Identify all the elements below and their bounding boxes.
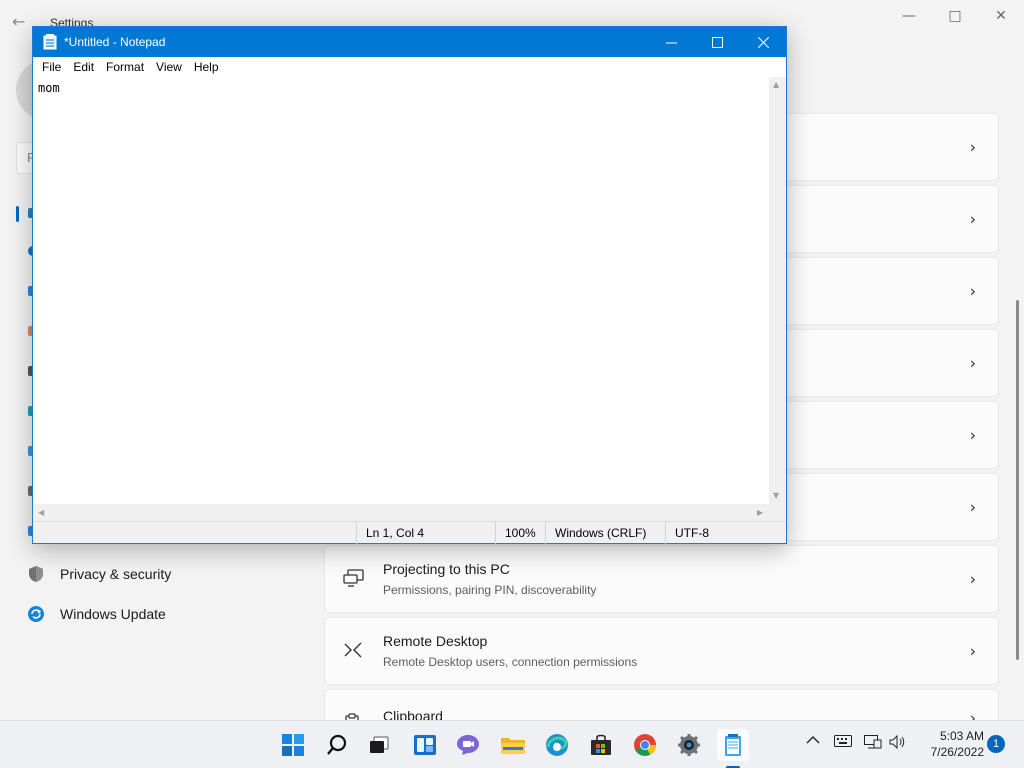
notepad-titlebar[interactable]: *Untitled - Notepad [33,27,786,57]
chevron-right-icon: › [969,137,976,157]
remote-desktop-icon [343,640,367,664]
sidebar-item-windows-update[interactable]: Windows Update [24,596,314,632]
minimize-icon [665,42,677,43]
chevron-right-icon: › [969,209,976,229]
settings-minimize-button[interactable]: — [886,0,932,32]
menu-edit[interactable]: Edit [67,60,100,74]
card-title: Remote Desktop [383,633,488,649]
settings-scrollbar[interactable] [1016,300,1019,660]
network-icon[interactable] [864,735,882,749]
maximize-icon [711,36,723,48]
clock-time: 5:03 AM [939,729,984,743]
chevron-right-icon: › [969,353,976,373]
notepad-window: *Untitled - Notepad File Edit Format Vie… [32,26,787,544]
status-zoom: 100% [495,522,546,544]
sidebar-item-label: Privacy & security [60,566,172,582]
sidebar-item-label: Windows Update [60,606,166,622]
start-icon[interactable] [277,729,309,761]
menu-help[interactable]: Help [188,60,225,74]
chrome-icon[interactable] [629,729,661,761]
file-explorer-icon[interactable] [497,729,529,761]
notification-badge[interactable]: 1 [987,735,1005,753]
notepad-app-icon [43,34,57,50]
card-subtitle: Permissions, pairing PIN, discoverabilit… [383,583,597,597]
chevron-up-icon[interactable] [806,735,820,745]
notepad-text-area[interactable]: mom [38,81,60,95]
sidebar-item-privacy-security[interactable]: Privacy & security [24,556,314,592]
task-view-icon[interactable] [363,729,395,761]
vertical-scrollbar[interactable]: ▲ ▼ [769,77,786,504]
chat-icon[interactable] [452,729,484,761]
scrollbar-corner [769,504,786,521]
scroll-left-icon[interactable]: ◀ [38,508,44,517]
widgets-icon[interactable] [409,729,441,761]
settings-close-button[interactable]: ✕ [978,0,1024,32]
menu-file[interactable]: File [36,60,67,74]
notepad-maximize-button[interactable] [694,27,740,57]
remote-desktop-card[interactable]: Remote Desktop Remote Desktop users, con… [324,617,999,685]
notepad-menubar: File Edit Format View Help [33,57,786,77]
scroll-right-icon[interactable]: ▶ [757,508,763,517]
close-icon [757,36,769,48]
chevron-right-icon: › [969,425,976,445]
card-title: Projecting to this PC [383,561,510,577]
status-cursor-position: Ln 1, Col 4 [356,522,495,544]
scroll-down-icon[interactable]: ▼ [773,491,779,500]
notepad-taskbar-icon[interactable] [717,729,749,761]
scroll-up-icon[interactable]: ▲ [773,80,779,89]
projector-icon [343,568,367,592]
chevron-right-icon: › [969,569,976,589]
projecting-to-this-pc-card[interactable]: Projecting to this PC Permissions, pairi… [324,545,999,613]
edge-icon[interactable] [541,729,573,761]
back-arrow-icon[interactable]: ← [12,12,25,31]
notepad-minimize-button[interactable] [648,27,694,57]
clipboard-card[interactable]: Clipboard › [324,689,999,729]
search-icon[interactable] [321,729,353,761]
chevron-right-icon: › [969,497,976,517]
status-encoding: UTF-8 [665,522,786,544]
clock-date: 7/26/2022 [930,745,984,759]
clock[interactable]: 5:03 AM 7/26/2022 [918,728,984,760]
settings-icon[interactable] [673,729,705,761]
menu-view[interactable]: View [150,60,188,74]
volume-icon[interactable] [889,735,907,749]
notepad-title: *Untitled - Notepad [64,35,166,49]
shield-icon [24,562,48,586]
card-subtitle: Remote Desktop users, connection permiss… [383,655,638,669]
store-icon[interactable] [585,729,617,761]
notepad-close-button[interactable] [740,27,786,57]
nav-selection-indicator [16,206,19,222]
horizontal-scrollbar[interactable]: ◀ ▶ [33,504,769,521]
status-line-ending: Windows (CRLF) [545,522,665,544]
keyboard-icon[interactable] [834,735,852,747]
chevron-right-icon: › [969,641,976,661]
notepad-statusbar: Ln 1, Col 4 100% Windows (CRLF) UTF-8 [33,521,786,544]
update-icon [24,602,48,626]
menu-format[interactable]: Format [100,60,150,74]
taskbar: 5:03 AM 7/26/2022 [0,720,1024,768]
settings-maximize-button[interactable]: □ [932,0,978,32]
chevron-right-icon: › [969,281,976,301]
